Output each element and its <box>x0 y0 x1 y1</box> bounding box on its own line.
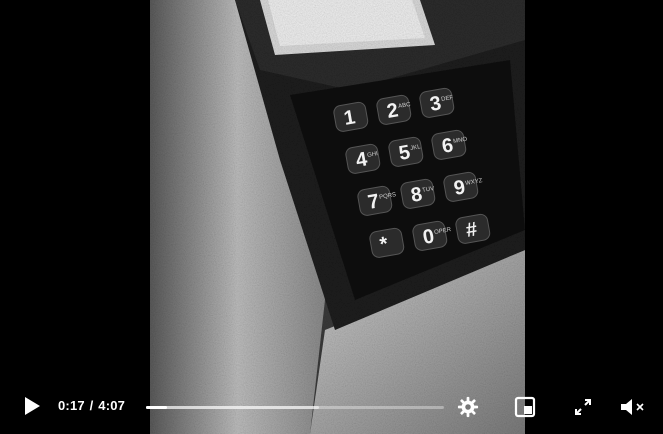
duration: 4:07 <box>98 398 126 413</box>
picture-in-picture-button[interactable] <box>512 394 538 420</box>
video-player[interactable]: 1 2 ABC 3 DEF 4 GHI 5 JKL 6 MNO 7 PQRS 8 TUV 9 WXYZ * 0 OPE… <box>0 0 663 434</box>
buffered-bar <box>146 406 319 409</box>
current-time: 0:17 <box>58 398 85 413</box>
fullscreen-button[interactable] <box>570 394 596 420</box>
play-button[interactable] <box>20 394 44 418</box>
volume-button[interactable] <box>618 394 648 420</box>
time-display: 0:17 / 4:07 <box>58 398 125 413</box>
expand-icon <box>575 399 591 415</box>
speaker-muted-icon <box>621 399 644 415</box>
picture-in-picture-icon <box>514 396 536 418</box>
progress-bar[interactable] <box>146 406 444 409</box>
play-icon <box>25 397 40 415</box>
video-frame-image: 1 2ABC 3DEF4GHI 5JKL 6MNO7PQRS 8TUV 9WXYZ* 0OPE… <box>150 0 525 434</box>
control-bar: 0:17 / 4:07 <box>0 382 663 434</box>
settings-button[interactable] <box>455 394 481 420</box>
played-bar <box>146 406 167 409</box>
time-separator: / <box>89 398 94 413</box>
gear-icon <box>457 396 479 418</box>
video-frame[interactable]: 1 2 ABC 3 DEF 4 GHI 5 JKL 6 MNO 7 PQRS 8 TUV 9 WXYZ * 0 OPE… <box>150 0 525 434</box>
